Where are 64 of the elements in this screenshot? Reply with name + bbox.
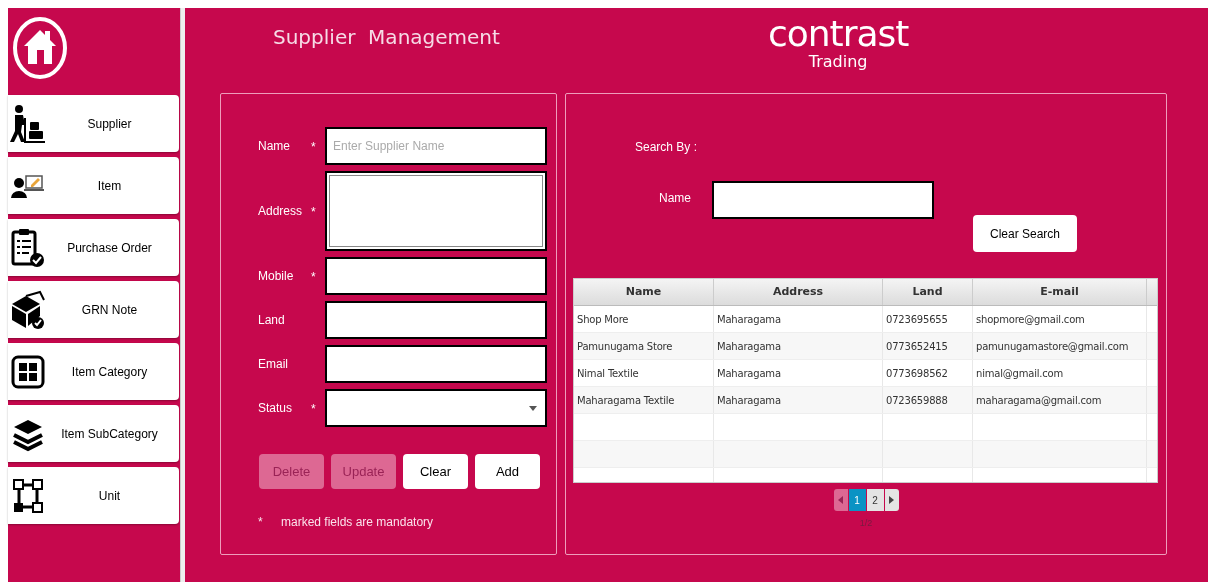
table-cell-text: pamunugamastore@gmail.com [976, 339, 1129, 354]
sidebar-item[interactable]: Item Category [8, 343, 179, 400]
column-header[interactable]: E-mail [973, 279, 1147, 305]
table-cell-text: Maharagama Textile [577, 393, 675, 408]
sidebar-item[interactable]: Purchase Order [8, 219, 179, 276]
required-mark: * [311, 140, 316, 154]
table-cell-text: Maharagama [717, 312, 781, 327]
table-cell-text: 0723695655 [886, 312, 948, 327]
sidebar-item[interactable]: Item SubCategory [8, 405, 179, 462]
table-cell-text: Maharagama [717, 366, 781, 381]
table-cell-text: Shop More [577, 312, 629, 327]
table-cell-text: 0723659888 [886, 393, 948, 408]
column-header[interactable]: Name [574, 279, 714, 305]
table-cell-text: 0773652415 [886, 339, 948, 354]
clear-search-button[interactable]: Clear Search [973, 215, 1077, 252]
text-field[interactable] [325, 301, 547, 339]
caret-icon [529, 405, 537, 411]
table-cell-text: nimal@gmail.com [976, 366, 1064, 381]
search-heading: Search By : [635, 139, 699, 156]
form-button[interactable]: Add [475, 454, 540, 489]
mandatory-note: marked fields are mandatory [281, 514, 434, 531]
text-field[interactable]: Enter Supplier Name [325, 127, 547, 165]
column-header[interactable]: Land [883, 279, 973, 305]
required-mark: * [311, 402, 316, 416]
form-button[interactable]: Clear [403, 454, 468, 489]
text-field[interactable] [325, 345, 547, 383]
next-page-button[interactable] [884, 489, 899, 511]
sidebar-item[interactable]: Supplier [8, 95, 179, 152]
right-arrow-icon [889, 496, 894, 504]
page-button[interactable]: 1 [848, 489, 866, 511]
field-label: Mobile [258, 268, 295, 285]
status-dropdown[interactable] [325, 389, 547, 427]
address-field[interactable] [325, 171, 547, 251]
table-cell-text: 0773698562 [886, 366, 948, 381]
box-check-icon [10, 289, 46, 330]
left-arrow-icon [838, 496, 843, 504]
table-cell-text: maharagama@gmail.com [976, 393, 1102, 408]
text-field[interactable] [325, 257, 547, 295]
column-header[interactable]: Address [714, 279, 883, 305]
page-counter: 1/2 [859, 517, 873, 530]
required-mark: * [311, 270, 316, 284]
page-button[interactable]: 2 [866, 489, 884, 511]
clipboard-check-icon [10, 227, 46, 268]
table-cell-text: shopmore@gmail.com [976, 312, 1085, 327]
field-label: Status [258, 400, 294, 417]
sidebar-item[interactable]: GRN Note [8, 281, 179, 338]
page-title: Supplier Management [273, 24, 500, 51]
field-label: Name [659, 190, 692, 207]
table-cell-text: Nimal Textile [577, 366, 639, 381]
field-label: Land [258, 312, 286, 329]
required-mark: * [258, 514, 264, 531]
field-label: Name [258, 138, 291, 155]
field-label: Email [258, 356, 289, 373]
required-mark: * [311, 205, 316, 219]
field-label: Address [258, 203, 304, 220]
table-cell-text: Maharagama [717, 339, 781, 354]
person-with-cart-icon [10, 103, 46, 144]
search-field[interactable] [712, 181, 934, 219]
sidebar-item[interactable]: Item [8, 157, 179, 214]
table-cell-text: Maharagama [717, 393, 781, 408]
table-cell-text: Pamunugama Store [577, 339, 673, 354]
home-icon[interactable] [12, 16, 68, 80]
logo: contrast Trading [767, 16, 909, 70]
sidebar-item[interactable]: Unit [8, 467, 179, 524]
